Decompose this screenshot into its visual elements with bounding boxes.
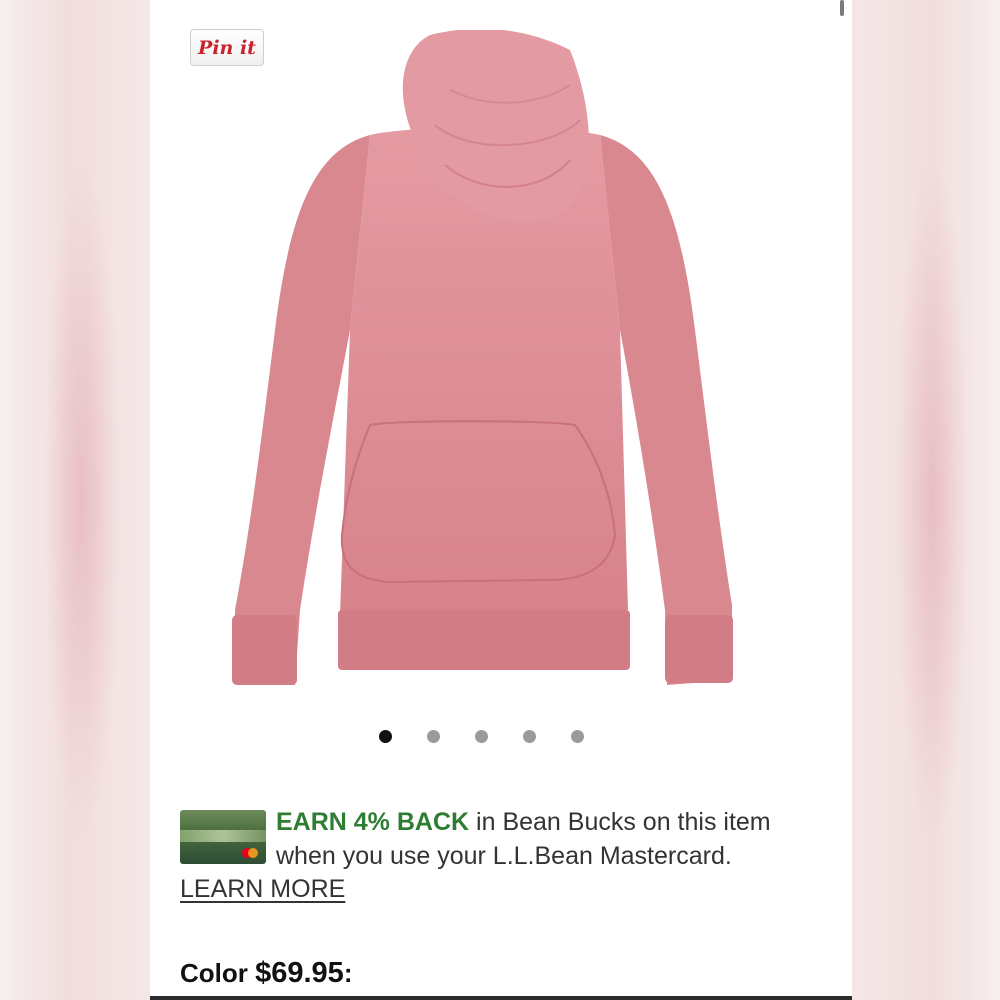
product-image[interactable] (220, 30, 750, 690)
carousel-dot[interactable] (523, 730, 536, 743)
scroll-indicator[interactable] (840, 0, 844, 16)
blurred-background-right (850, 0, 1000, 1000)
price-suffix: : (343, 958, 353, 988)
carousel-dot[interactable] (571, 730, 584, 743)
color-label: Color (180, 958, 256, 988)
mastercard-promo: EARN 4% BACK in Bean Bucks on this item … (180, 806, 820, 907)
hem-band (338, 610, 630, 670)
product-page: Pin it EARN 4% BACK in Bean Bucks on thi… (150, 0, 852, 1000)
color-price-line: Color $69.95: (180, 957, 352, 990)
carousel-dot[interactable] (475, 730, 488, 743)
left-cuff (232, 615, 297, 685)
carousel-dot[interactable] (379, 730, 392, 743)
bottom-divider (150, 996, 852, 1000)
blurred-background-left (0, 0, 150, 1000)
credit-card-icon (180, 810, 266, 864)
carousel-dot[interactable] (427, 730, 440, 743)
carousel-dots (379, 730, 584, 743)
price: $69.95 (255, 957, 344, 989)
promo-highlight: EARN 4% BACK (276, 808, 470, 836)
right-cuff (665, 615, 733, 683)
learn-more-link[interactable]: LEARN MORE (180, 875, 345, 903)
